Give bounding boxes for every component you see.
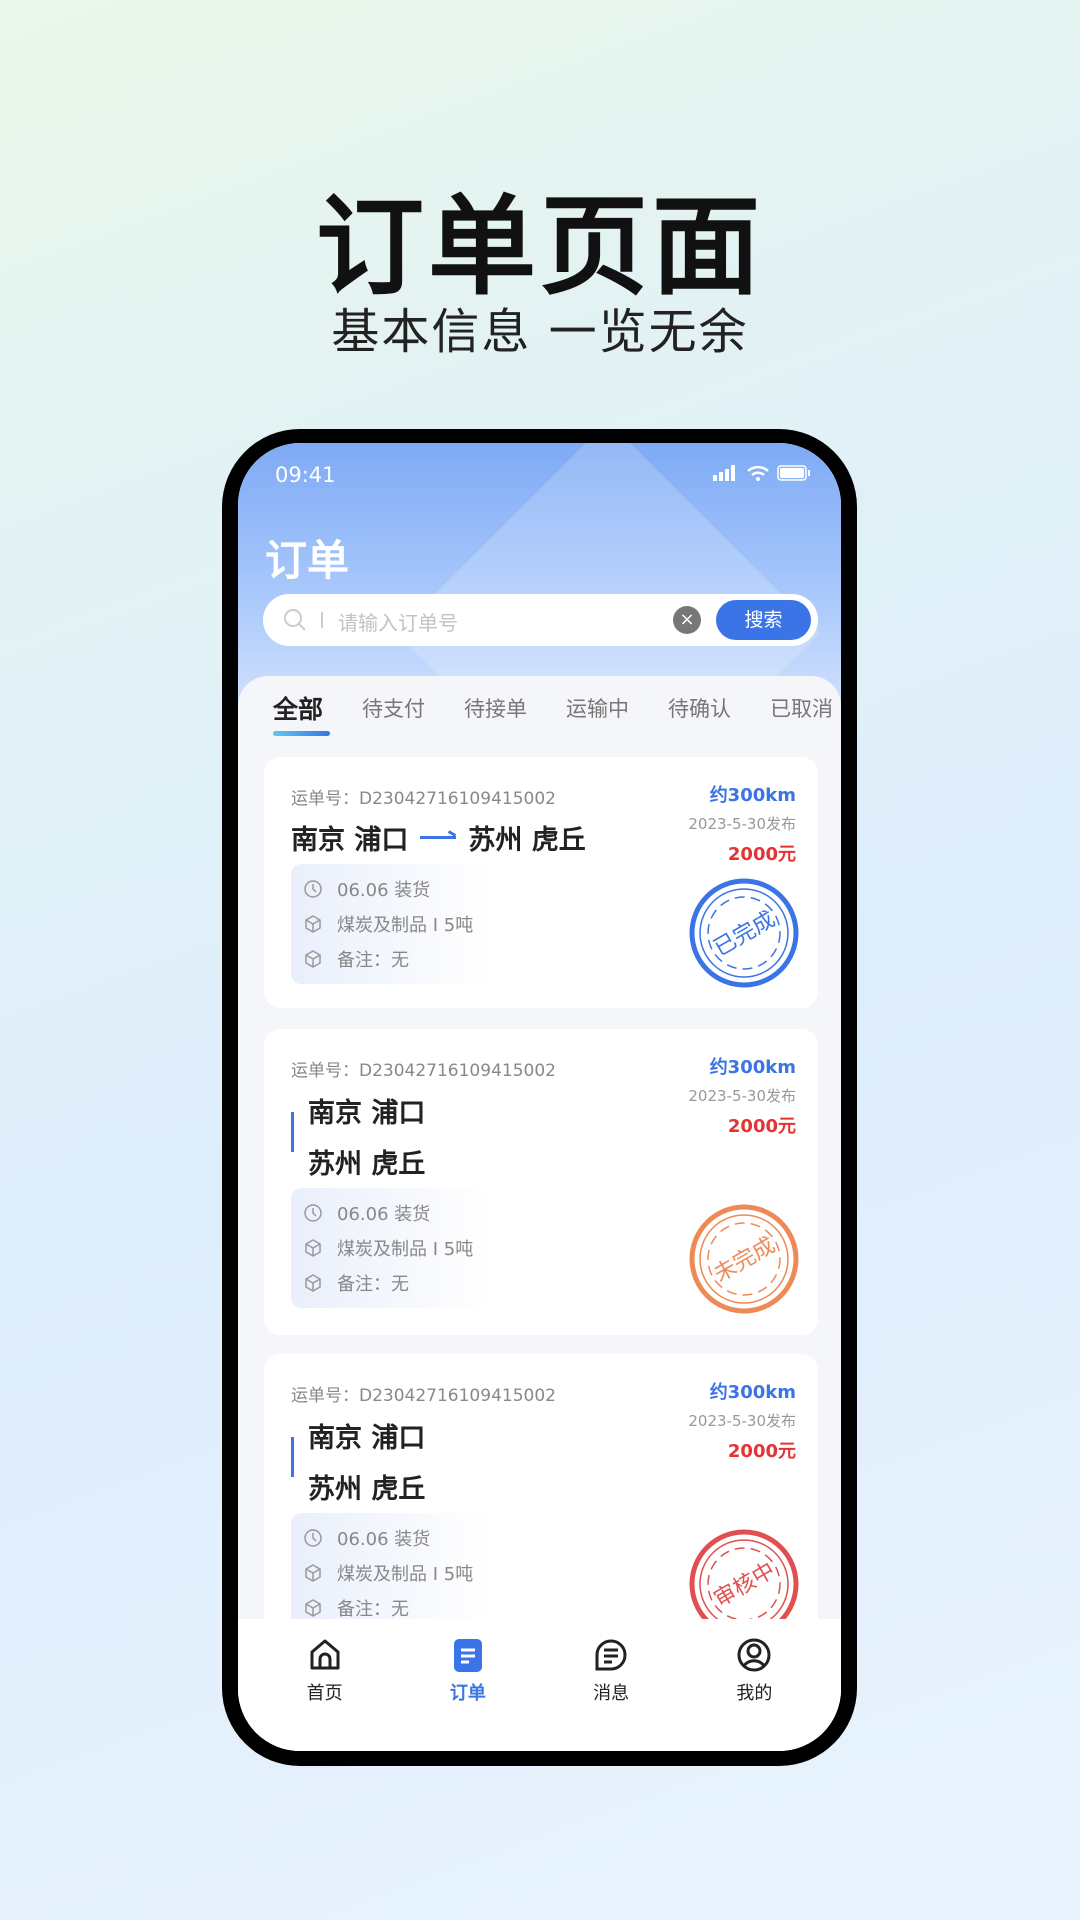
home-icon	[310, 1639, 340, 1670]
order-meta: 约300km 2023-5-30发布 2000元	[688, 1053, 796, 1138]
search-button[interactable]: 搜索	[716, 600, 811, 640]
phone-screen: 09:41 订单 请输入订单号 × 搜索 全部 待支付 待接单 运输中 待确认 …	[238, 443, 841, 1751]
load-time: 06.06 装货	[337, 1529, 431, 1550]
note: 备注：无	[337, 1274, 409, 1295]
route-destination: 苏州 虎丘	[308, 1474, 426, 1505]
active-tab-underline	[273, 731, 330, 736]
note-icon	[305, 950, 321, 968]
route-arrow-icon	[291, 1112, 294, 1152]
order-info: 06.06 装货 煤炭及制品 I 5吨 备注：无	[291, 864, 491, 984]
hero-subtitle: 基本信息 一览无余	[331, 304, 749, 360]
tab-pending-payment[interactable]: 待支付	[362, 693, 425, 729]
nav-label: 消息	[593, 1683, 630, 1704]
route-destination: 苏州 虎丘	[308, 1149, 426, 1180]
cargo-icon	[305, 1564, 321, 1582]
cargo: 煤炭及制品 I 5吨	[337, 1239, 474, 1260]
text-cursor	[321, 612, 323, 628]
load-time: 06.06 装货	[337, 1204, 431, 1225]
route-origin: 南京 浦口	[308, 1098, 426, 1129]
waybill-number: 运单号：D23042716109415002	[291, 1061, 556, 1081]
price: 2000元	[727, 1116, 796, 1137]
bottom-nav: 首页 订单 消息 我的	[238, 1619, 841, 1751]
waybill-number: 运单号：D23042716109415002	[291, 789, 556, 809]
order-card[interactable]: 运单号：D23042716109415002 南京 浦口 苏州 虎丘 约300km…	[264, 757, 818, 1008]
price: 2000元	[727, 1441, 796, 1462]
status-stamp: 已完成	[689, 878, 799, 988]
message-icon	[595, 1639, 627, 1671]
note: 备注：无	[337, 950, 409, 971]
clock-icon	[304, 880, 322, 898]
route-arrow-icon	[420, 836, 457, 839]
waybill-number: 运单号：D23042716109415002	[291, 1386, 556, 1406]
distance: 约300km	[709, 1057, 796, 1078]
nav-home[interactable]: 首页	[270, 1619, 380, 1751]
cargo-icon	[305, 915, 321, 933]
clock-icon	[304, 1529, 322, 1547]
status-time: 09:41	[275, 463, 336, 487]
search-input[interactable]: 请输入订单号	[338, 607, 458, 636]
profile-icon	[737, 1638, 771, 1672]
route-origin: 南京 浦口	[291, 825, 409, 856]
status-icons	[713, 465, 811, 481]
note-icon	[305, 1599, 321, 1617]
search-icon	[284, 609, 306, 631]
order-card[interactable]: 运单号：D23042716109415002 南京 浦口 苏州 虎丘 约300k…	[264, 1029, 818, 1335]
cargo: 煤炭及制品 I 5吨	[337, 1564, 474, 1585]
route-arrow-icon	[291, 1437, 294, 1477]
nav-label: 我的	[736, 1683, 773, 1704]
tab-pending-confirm[interactable]: 待确认	[668, 693, 731, 729]
clear-icon[interactable]: ×	[673, 606, 701, 634]
route-destination: 苏州 虎丘	[468, 825, 586, 856]
publish-date: 2023-5-30发布	[688, 1412, 796, 1430]
order-info: 06.06 装货 煤炭及制品 I 5吨 备注：无	[291, 1188, 491, 1308]
status-text: 未完成	[710, 1233, 780, 1288]
nav-label: 首页	[306, 1683, 343, 1704]
search-bar[interactable]: 请输入订单号 × 搜索	[263, 594, 818, 646]
order-meta: 约300km 2023-5-30发布 2000元	[688, 781, 796, 866]
cargo-icon	[305, 1239, 321, 1257]
order-icon	[453, 1639, 482, 1672]
signal-icon	[713, 465, 735, 481]
order-info: 06.06 装货 煤炭及制品 I 5吨 备注：无	[291, 1513, 491, 1633]
tab-in-transit[interactable]: 运输中	[566, 693, 629, 729]
tab-all[interactable]: 全部	[273, 690, 323, 726]
note-icon	[305, 1274, 321, 1292]
order-meta: 约300km 2023-5-30发布 2000元	[688, 1378, 796, 1463]
nav-profile[interactable]: 我的	[699, 1619, 809, 1751]
clock-icon	[304, 1204, 322, 1222]
status-tabs: 全部 待支付 待接单 运输中 待确认 已取消	[273, 693, 833, 729]
battery-icon	[777, 465, 810, 481]
publish-date: 2023-5-30发布	[688, 815, 796, 833]
status-text: 审核中	[710, 1558, 780, 1613]
distance: 约300km	[709, 1382, 796, 1403]
nav-messages[interactable]: 消息	[556, 1619, 666, 1751]
nav-label: 订单	[449, 1683, 486, 1704]
page-title: 订单	[265, 536, 350, 585]
price: 2000元	[727, 844, 796, 865]
note: 备注：无	[337, 1599, 409, 1620]
route: 南京 浦口 苏州 虎丘	[291, 818, 586, 857]
status-stamp: 未完成	[689, 1204, 799, 1314]
tab-cancelled[interactable]: 已取消	[770, 693, 833, 729]
nav-orders[interactable]: 订单	[413, 1619, 523, 1751]
distance: 约300km	[709, 785, 796, 806]
load-time: 06.06 装货	[337, 880, 431, 901]
status-text: 已完成	[710, 907, 780, 962]
cargo: 煤炭及制品 I 5吨	[337, 915, 474, 936]
tab-pending-accept[interactable]: 待接单	[464, 693, 527, 729]
publish-date: 2023-5-30发布	[688, 1087, 796, 1105]
phone-frame: 09:41 订单 请输入订单号 × 搜索 全部 待支付 待接单 运输中 待确认 …	[222, 429, 857, 1766]
wifi-icon	[747, 466, 769, 481]
route-origin: 南京 浦口	[308, 1423, 426, 1454]
